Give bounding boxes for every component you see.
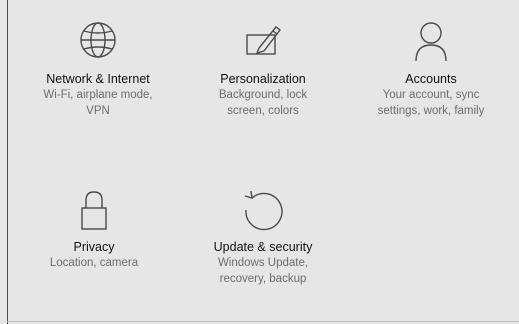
refresh-icon (238, 188, 288, 238)
tile-title: Privacy (73, 240, 115, 254)
tile-description-line: settings, work, family (377, 105, 485, 117)
tile-description-line: screen, colors (227, 105, 299, 117)
personalization-icon (238, 20, 288, 70)
tile-description-line: recovery, backup (219, 273, 307, 285)
tile-description-line: Wi-Fi, airplane mode, (43, 89, 153, 101)
settings-tile-update-security[interactable]: Update & security Windows Update, recove… (183, 188, 343, 287)
settings-tile-personalization[interactable]: Personalization Background, lock screen,… (183, 20, 343, 119)
window-left-border (7, 0, 8, 324)
settings-tile-privacy[interactable]: Privacy Location, camera (14, 188, 174, 271)
tile-description-line: Windows Update, (217, 257, 309, 269)
lock-icon (69, 188, 119, 238)
person-icon (406, 20, 456, 70)
tile-description-line: Background, lock (218, 89, 308, 101)
window-bottom-border (7, 321, 519, 322)
tile-title: Network & Internet (46, 72, 150, 86)
settings-tile-network-internet[interactable]: Network & Internet Wi-Fi, airplane mode,… (18, 20, 178, 119)
settings-tile-accounts[interactable]: Accounts Your account, sync settings, wo… (351, 20, 511, 119)
tile-title: Personalization (220, 72, 306, 86)
tile-title: Accounts (405, 72, 457, 86)
globe-icon (73, 20, 123, 70)
tile-description-line: Your account, sync (382, 89, 480, 101)
tile-title: Update & security (213, 240, 313, 254)
tile-description-line: Location, camera (49, 257, 139, 269)
tile-description-line: VPN (86, 105, 110, 117)
